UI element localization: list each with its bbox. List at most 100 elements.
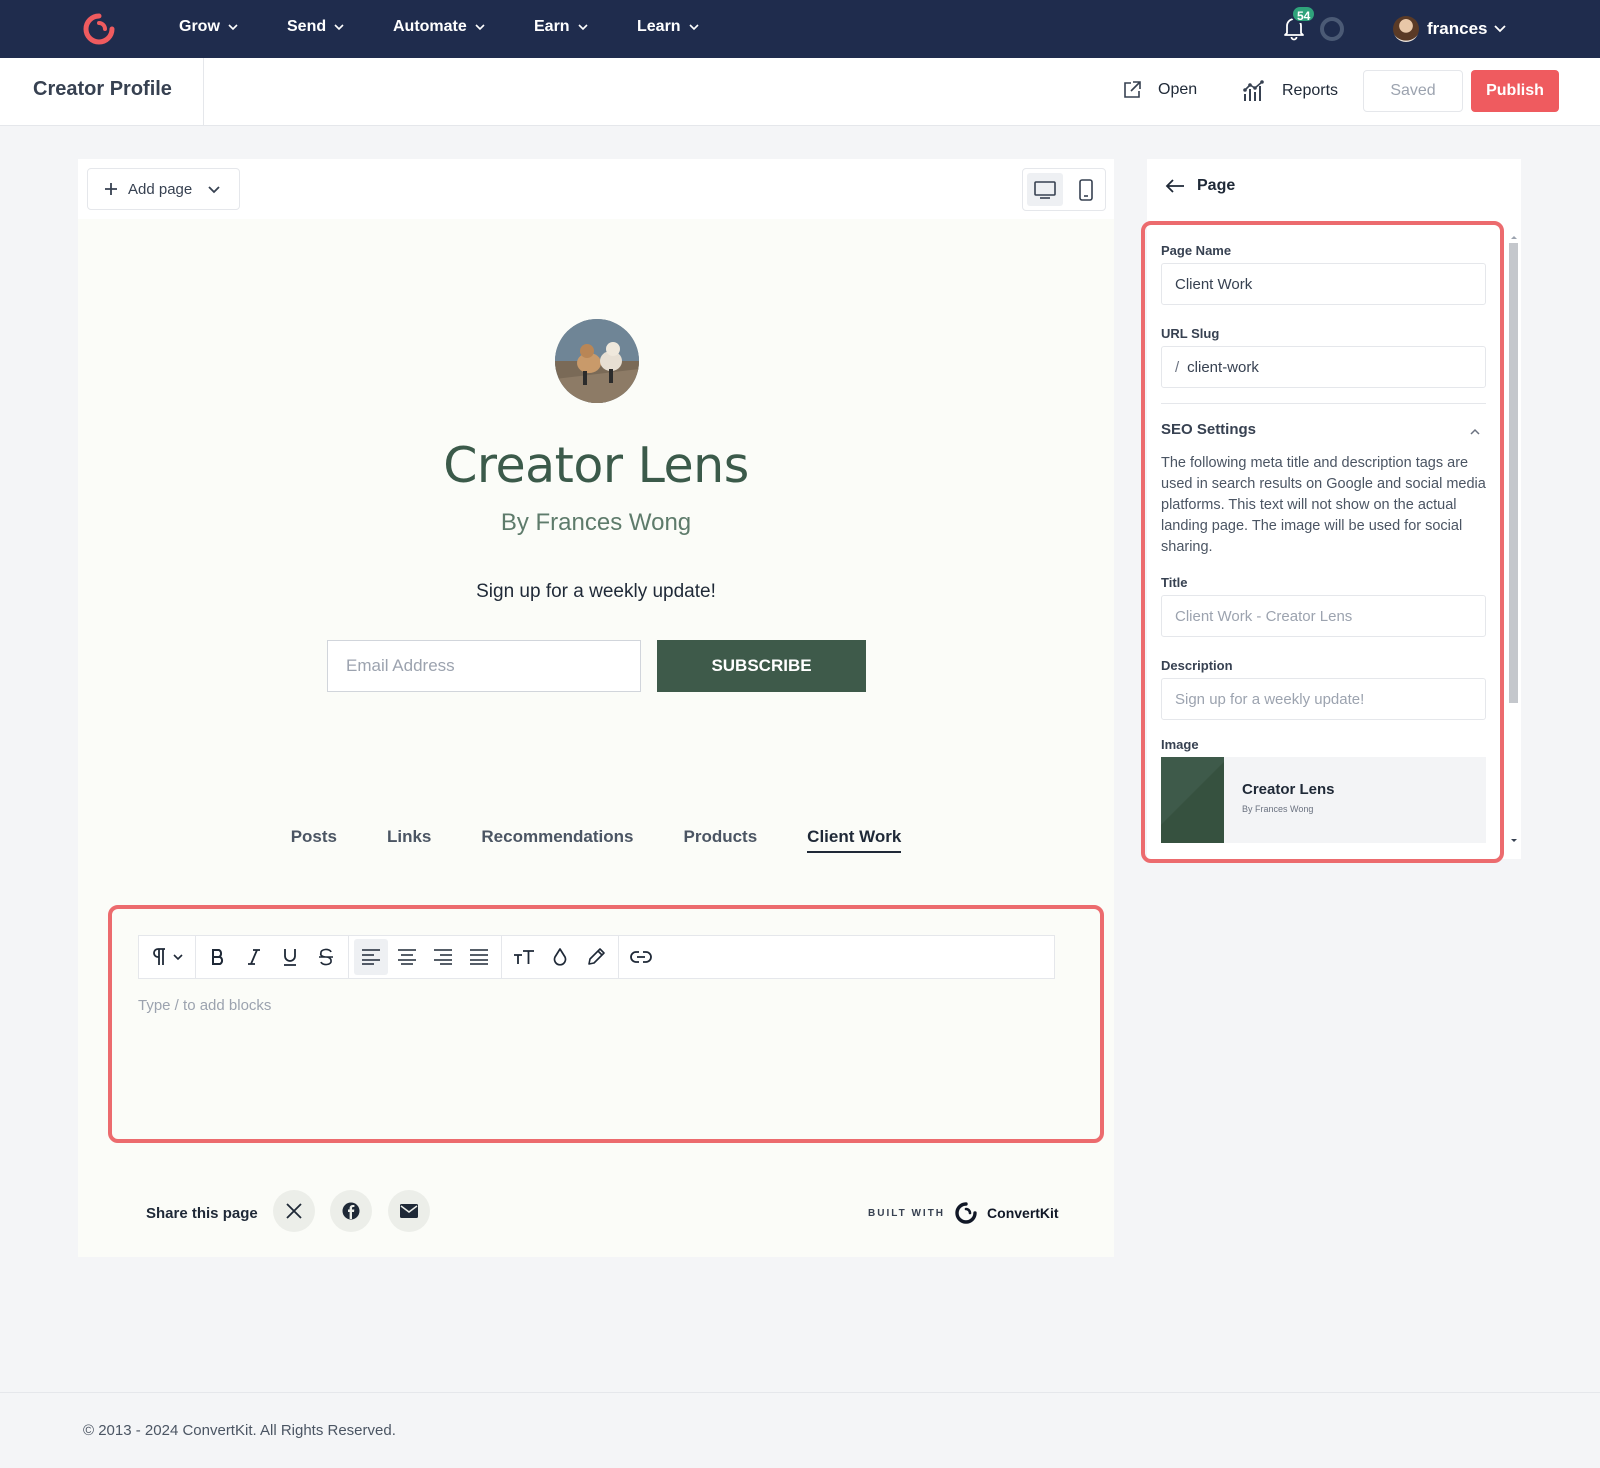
- editor-placeholder[interactable]: Type / to add blocks: [138, 997, 271, 1014]
- reports-button[interactable]: Reports: [1242, 80, 1338, 102]
- convertkit-logo-icon[interactable]: [82, 12, 116, 46]
- tab-client-work[interactable]: Client Work: [807, 827, 902, 853]
- scroll-thumb[interactable]: [1509, 243, 1518, 703]
- nav-automate-label: Automate: [393, 18, 467, 35]
- saved-button[interactable]: Saved: [1363, 70, 1463, 112]
- align-right-icon: [434, 949, 452, 965]
- open-label: Open: [1158, 81, 1198, 98]
- built-with-badge[interactable]: BUILT WITH ConvertKit: [868, 1202, 1059, 1224]
- image-preview-subtitle: By Frances Wong: [1242, 804, 1314, 814]
- strikethrough-button[interactable]: [309, 939, 343, 975]
- seo-title-label: Title: [1161, 575, 1188, 590]
- settings-form: Page Name Client Work URL Slug / client-…: [1141, 221, 1504, 863]
- text-color-button[interactable]: [543, 939, 577, 975]
- url-slug-field[interactable]: / client-work: [1161, 346, 1486, 388]
- subscribe-button[interactable]: SUBSCRIBE: [657, 640, 866, 692]
- seo-image-preview[interactable]: Creator Lens By Frances Wong: [1161, 757, 1486, 843]
- paragraph-icon: [153, 948, 183, 965]
- nav-automate[interactable]: Automate: [393, 18, 485, 36]
- user-name[interactable]: frances: [1427, 19, 1487, 39]
- align-center-icon: [398, 949, 416, 965]
- justify-button[interactable]: [462, 939, 496, 975]
- share-email-button[interactable]: [388, 1190, 430, 1232]
- link-icon: [630, 951, 652, 963]
- email-field[interactable]: Email Address: [327, 640, 641, 692]
- align-right-button[interactable]: [426, 939, 460, 975]
- chevron-down-icon: [475, 24, 485, 31]
- image-preview-title: Creator Lens: [1242, 781, 1335, 798]
- image-thumbnail: [1161, 757, 1224, 843]
- seo-settings-heading[interactable]: SEO Settings: [1161, 421, 1256, 438]
- nav-send[interactable]: Send: [287, 18, 344, 36]
- envelope-icon: [400, 1204, 418, 1218]
- canvas-toolbar: Add page: [78, 159, 1114, 219]
- avatar[interactable]: [1393, 16, 1419, 42]
- url-slug-value: client-work: [1187, 358, 1259, 376]
- nav-learn[interactable]: Learn: [637, 18, 699, 36]
- italic-button[interactable]: [237, 939, 271, 975]
- share-label: Share this page: [146, 1205, 258, 1222]
- align-center-button[interactable]: [390, 939, 424, 975]
- profile-photo[interactable]: [555, 319, 639, 403]
- site-title[interactable]: Creator Lens: [78, 437, 1114, 494]
- signup-prompt[interactable]: Sign up for a weekly update!: [78, 581, 1114, 603]
- bold-button[interactable]: [201, 939, 235, 975]
- underline-icon: [284, 949, 296, 966]
- nav-grow[interactable]: Grow: [179, 18, 238, 36]
- url-slug-prefix: /: [1175, 358, 1180, 376]
- page-settings-panel: Page Page Name Client Work URL Slug / cl…: [1141, 159, 1521, 863]
- add-page-label: Add page: [128, 180, 193, 198]
- status-ring-icon[interactable]: [1320, 17, 1344, 41]
- share-facebook-button[interactable]: [330, 1190, 372, 1232]
- tab-recommendations[interactable]: Recommendations: [481, 827, 633, 853]
- arrow-left-icon: [1165, 179, 1184, 193]
- underline-button[interactable]: [273, 939, 307, 975]
- tab-products[interactable]: Products: [683, 827, 757, 853]
- chevron-down-icon[interactable]: [1494, 23, 1506, 33]
- panel-title: Page: [1197, 177, 1236, 194]
- chevron-up-icon[interactable]: [1469, 427, 1481, 435]
- mobile-view-button[interactable]: [1069, 173, 1103, 206]
- style-group: [502, 936, 619, 978]
- font-size-button[interactable]: [507, 939, 541, 975]
- paragraph-dropdown[interactable]: [144, 939, 190, 975]
- built-with-label: BUILT WITH: [868, 1207, 946, 1219]
- chevron-down-icon: [689, 24, 699, 31]
- nav-earn[interactable]: Earn: [534, 18, 588, 36]
- seo-description-input[interactable]: Sign up for a weekly update!: [1161, 678, 1486, 720]
- publish-button[interactable]: Publish: [1471, 70, 1559, 112]
- divider: [203, 58, 204, 126]
- tab-links[interactable]: Links: [387, 827, 431, 853]
- page-name-field[interactable]: Client Work: [1161, 263, 1486, 305]
- tab-posts[interactable]: Posts: [291, 827, 337, 853]
- desktop-view-button[interactable]: [1027, 173, 1063, 206]
- add-page-button[interactable]: Add page: [87, 168, 240, 210]
- link-button[interactable]: [624, 939, 658, 975]
- italic-icon: [248, 949, 260, 965]
- divider: [0, 1392, 1600, 1393]
- highlighter-icon: [588, 948, 605, 965]
- open-button[interactable]: Open: [1122, 80, 1197, 100]
- seo-title-input[interactable]: Client Work - Creator Lens: [1161, 595, 1486, 637]
- droplet-icon: [553, 948, 567, 966]
- x-logo-icon: [286, 1203, 302, 1219]
- share-x-button[interactable]: [273, 1190, 315, 1232]
- device-toggle: [1022, 168, 1106, 211]
- page-canvas: Add page Creator Lens By Frances Wong Si…: [78, 159, 1114, 1257]
- content-editor[interactable]: Type / to add blocks: [108, 905, 1104, 1143]
- reports-label: Reports: [1282, 82, 1339, 99]
- nav-send-label: Send: [287, 18, 327, 35]
- panel-scrollbar[interactable]: [1507, 233, 1519, 855]
- align-left-button[interactable]: [354, 939, 388, 975]
- alignment-group: [349, 936, 502, 978]
- divider: [1161, 403, 1486, 404]
- seo-image-label: Image: [1161, 737, 1199, 752]
- panel-header[interactable]: Page: [1165, 177, 1235, 195]
- seo-description-text: The following meta title and description…: [1161, 455, 1486, 555]
- notification-badge: 54: [1291, 5, 1317, 23]
- highlight-button[interactable]: [579, 939, 613, 975]
- brand-name: ConvertKit: [987, 1205, 1059, 1221]
- chevron-down-icon: [578, 24, 588, 31]
- editor-header: Creator Profile Open Reports Saved Publi…: [0, 58, 1600, 126]
- site-byline[interactable]: By Frances Wong: [78, 509, 1114, 537]
